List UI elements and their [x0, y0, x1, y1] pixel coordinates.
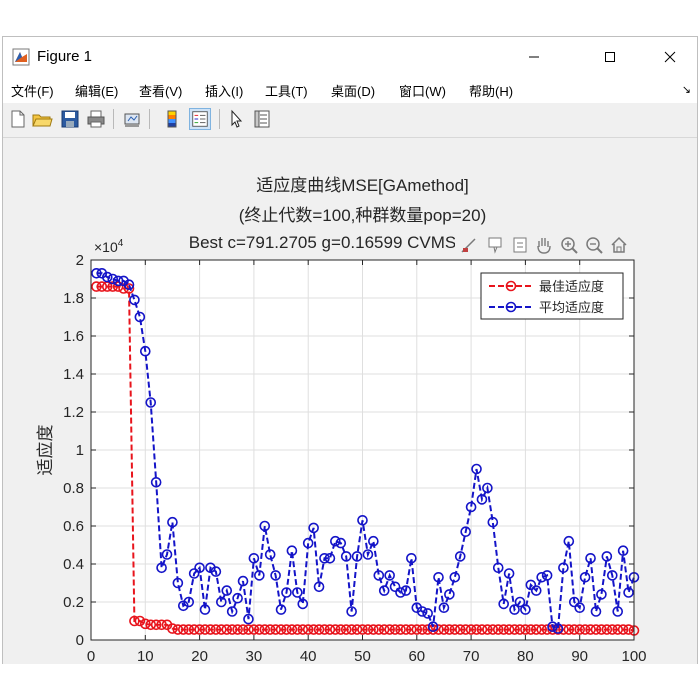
maximize-button[interactable] — [587, 37, 633, 77]
y-tick-label: 2 — [76, 252, 84, 269]
chart-title-line-2: (终止代数=100,种群数量pop=20) — [239, 206, 487, 225]
y-tick-label: 1.6 — [63, 328, 84, 345]
toolbar-separator — [219, 109, 220, 129]
x-tick-label: 20 — [191, 648, 208, 662]
menu-file[interactable]: 文件(F) — [11, 81, 54, 100]
y-exponent-base: ×10 — [94, 239, 118, 255]
menu-view[interactable]: 查看(V) — [139, 81, 182, 100]
x-tick-label: 40 — [300, 648, 317, 662]
title-bar: Figure 1 — [3, 37, 697, 77]
minimize-icon — [529, 56, 539, 58]
menu-bar: 文件(F) 编辑(E) 查看(V) 插入(I) 工具(T) 桌面(D) 窗口(W… — [3, 77, 697, 103]
x-tick-label: 90 — [571, 648, 588, 662]
figure-window: Figure 1 文件(F) 编辑(E) 查看(V) 插入(I) 工具(T) 桌… — [2, 36, 698, 664]
y-exponent-label: ×104 — [94, 238, 124, 255]
menu-insert[interactable]: 插入(I) — [205, 81, 243, 100]
legend-label-1: 最佳适应度 — [539, 279, 604, 294]
y-tick-label: 1.4 — [63, 366, 84, 383]
y-tick-label: 0.6 — [63, 518, 84, 535]
menu-window[interactable]: 窗口(W) — [399, 81, 446, 100]
chart-title-line-1: 适应度曲线MSE[GAmethod] — [256, 176, 469, 195]
toolbar-separator — [113, 109, 114, 129]
new-figure-icon[interactable] — [7, 108, 29, 130]
close-button[interactable] — [647, 37, 693, 77]
legend-label-2: 平均适应度 — [539, 300, 604, 315]
figure-toolbar — [3, 103, 697, 138]
legend-icon[interactable] — [189, 108, 211, 130]
x-tick-label: 80 — [517, 648, 534, 662]
y-tick-label: 1 — [76, 442, 84, 459]
close-icon — [664, 51, 676, 63]
y-tick-label: 1.2 — [63, 404, 84, 421]
maximize-icon — [605, 52, 615, 62]
x-tick-label: 30 — [246, 648, 263, 662]
minimize-button[interactable] — [511, 37, 557, 77]
link-plot-icon[interactable] — [121, 108, 143, 130]
x-tick-label: 100 — [621, 648, 646, 662]
legend-box: 最佳适应度平均适应度 — [480, 272, 624, 320]
print-icon[interactable] — [85, 108, 107, 130]
plot-svg[interactable]: 0 10 20 30 40 50 60 70 80 90 100 0 0.2 0.4 0.6 0.8 1 1.2 1… — [3, 138, 697, 662]
menu-desktop[interactable]: 桌面(D) — [331, 81, 375, 100]
x-tick-label: 70 — [463, 648, 480, 662]
y-tick-label: 0.4 — [63, 556, 84, 573]
x-tick-label: 10 — [137, 648, 154, 662]
y-exponent-power: 4 — [118, 238, 124, 249]
property-inspector-icon[interactable] — [251, 108, 273, 130]
chart-title-line-3: Best c=791.2705 g=0.16599 CVMS — [189, 233, 456, 252]
y-tick-label: 0.2 — [63, 594, 84, 611]
toolbar-dock-arrow-icon[interactable]: ↘ — [682, 83, 691, 96]
window-title: Figure 1 — [37, 48, 93, 65]
open-file-icon[interactable] — [31, 108, 53, 130]
menu-help[interactable]: 帮助(H) — [469, 81, 513, 100]
rotate-icon — [513, 237, 527, 253]
x-tick-label: 50 — [354, 648, 371, 662]
save-icon[interactable] — [59, 108, 81, 130]
y-tick-label: 0 — [76, 632, 84, 649]
axes-toolbar — [455, 233, 635, 257]
matlab-figure-icon — [12, 48, 30, 66]
figure-canvas[interactable]: 0 10 20 30 40 50 60 70 80 90 100 0 0.2 0.4 0.6 0.8 1 1.2 1… — [3, 138, 697, 664]
y-tick-label: 1.8 — [63, 290, 84, 307]
pointer-icon[interactable] — [225, 108, 247, 130]
toolbar-separator — [149, 109, 150, 129]
menu-tools[interactable]: 工具(T) — [265, 81, 308, 100]
y-axis-label: 适应度 — [36, 425, 55, 476]
colorbar-icon[interactable] — [161, 108, 183, 130]
y-tick-label: 0.8 — [63, 480, 84, 497]
x-tick-label: 60 — [408, 648, 425, 662]
x-tick-label: 0 — [87, 648, 95, 662]
menu-edit[interactable]: 编辑(E) — [75, 81, 118, 100]
